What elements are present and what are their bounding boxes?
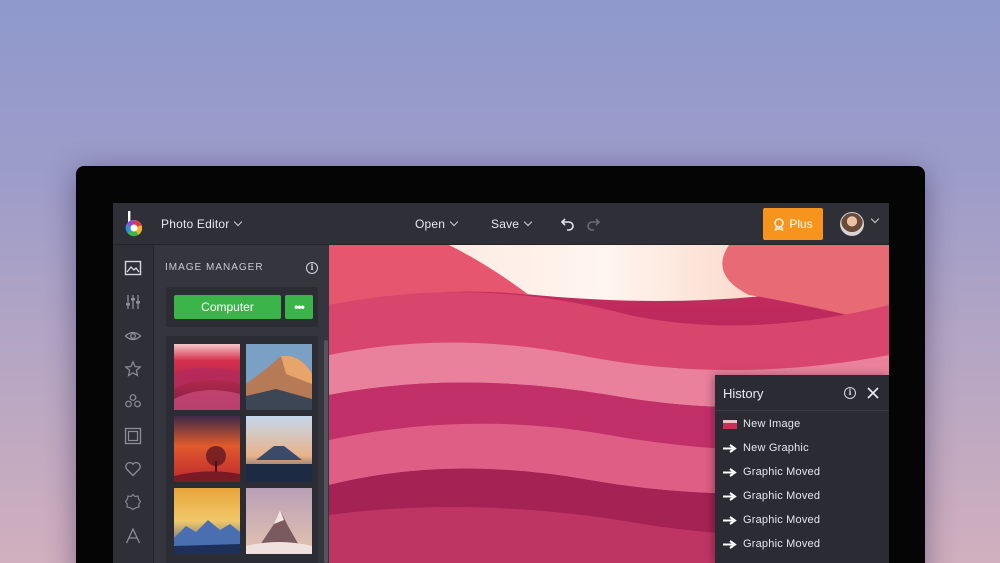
image-thumb-icon xyxy=(723,419,737,429)
badge-icon xyxy=(774,217,784,231)
open-label: Open xyxy=(415,217,446,231)
history-item-label: Graphic Moved xyxy=(743,490,821,502)
arrow-right-icon xyxy=(723,467,737,477)
history-item[interactable]: Graphic Moved xyxy=(715,532,889,556)
top-bar: Photo Editor Open Save Plus xyxy=(113,203,889,245)
chevron-down-icon[interactable] xyxy=(870,214,880,224)
history-item-label: Graphic Moved xyxy=(743,538,821,550)
photo-editor-menu[interactable]: Photo Editor xyxy=(161,203,243,245)
text-icon[interactable] xyxy=(124,527,142,545)
arrow-right-icon xyxy=(723,491,737,501)
open-menu[interactable]: Open xyxy=(415,203,459,245)
history-item[interactable]: Graphic Moved xyxy=(715,508,889,532)
info-icon[interactable]: i xyxy=(306,262,318,274)
history-item-label: New Graphic xyxy=(743,442,809,454)
history-item-label: Graphic Moved xyxy=(743,514,821,526)
chevron-down-icon xyxy=(523,217,533,227)
history-header: History i xyxy=(715,375,889,411)
photo-editor-app: Photo Editor Open Save Plus IMAGE MANAGE… xyxy=(113,203,889,563)
more-options-button[interactable]: ••• xyxy=(285,295,313,319)
panel-title: IMAGE MANAGER xyxy=(165,262,264,273)
photo-editor-label: Photo Editor xyxy=(161,217,230,231)
badge-icon[interactable] xyxy=(124,493,142,511)
thumbnail-matterhorn[interactable] xyxy=(246,488,312,554)
chevron-down-icon xyxy=(234,217,243,227)
thumbnail-red-canyon[interactable] xyxy=(174,344,240,410)
heart-icon[interactable] xyxy=(124,460,142,478)
history-item[interactable]: New Image xyxy=(715,412,889,436)
undo-icon[interactable] xyxy=(559,216,575,232)
thumbnail-mountain-range[interactable] xyxy=(174,488,240,554)
upload-source-box: Computer ••• xyxy=(166,287,318,327)
plus-label: Plus xyxy=(789,217,813,231)
close-icon[interactable] xyxy=(867,387,879,399)
save-menu[interactable]: Save xyxy=(491,203,533,245)
chevron-down-icon xyxy=(449,217,459,227)
thumbnail-half-dome[interactable] xyxy=(246,344,312,410)
image-icon[interactable] xyxy=(124,259,142,277)
frame-icon[interactable] xyxy=(124,427,142,445)
tool-sidebar xyxy=(113,245,154,563)
sliders-icon[interactable] xyxy=(124,293,142,311)
history-item[interactable]: Graphic Moved xyxy=(715,460,889,484)
history-item[interactable]: Graphic Moved xyxy=(715,484,889,508)
history-item-label: New Image xyxy=(743,418,801,430)
info-icon[interactable]: i xyxy=(844,387,856,399)
panel-scrollbar[interactable] xyxy=(324,340,328,563)
history-item-label: Graphic Moved xyxy=(743,466,821,478)
star-icon[interactable] xyxy=(124,360,142,378)
arrow-right-icon xyxy=(723,539,737,549)
thumbnail-mount-fuji[interactable] xyxy=(246,416,312,482)
history-panel: History i New Image New Graphic Graphic … xyxy=(715,375,889,563)
plus-upgrade-button[interactable]: Plus xyxy=(763,208,823,240)
arrow-right-icon xyxy=(723,443,737,453)
save-label: Save xyxy=(491,217,520,231)
thumbnail-grid xyxy=(166,336,318,563)
eye-icon[interactable] xyxy=(124,327,142,345)
user-avatar[interactable] xyxy=(840,212,864,236)
computer-upload-button[interactable]: Computer xyxy=(174,295,281,319)
befunky-logo[interactable] xyxy=(123,210,145,238)
thumbnail-sunset-tree[interactable] xyxy=(174,416,240,482)
history-title: History xyxy=(723,386,764,401)
redo-icon[interactable] xyxy=(586,216,602,232)
image-manager-panel: IMAGE MANAGER i Computer ••• xyxy=(154,245,329,563)
effects-icon[interactable] xyxy=(124,393,142,411)
arrow-right-icon xyxy=(723,515,737,525)
history-item[interactable]: New Graphic xyxy=(715,436,889,460)
